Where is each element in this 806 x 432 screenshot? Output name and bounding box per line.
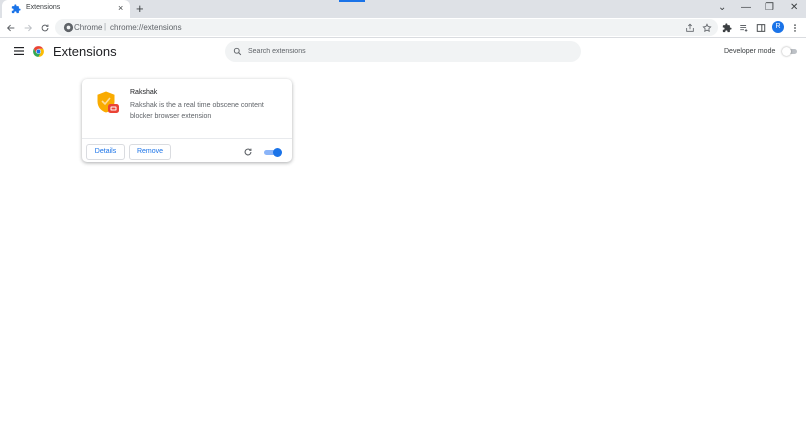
extension-enable-toggle[interactable] [264, 148, 282, 157]
tab-drop-indicator [339, 0, 365, 2]
forward-icon[interactable] [21, 21, 35, 35]
browser-toolbar: Chrome | chrome://extensions [0, 18, 806, 38]
omnibox-separator: | [104, 22, 107, 31]
developer-mode-toggle[interactable] [782, 47, 797, 56]
back-icon[interactable] [4, 21, 18, 35]
reload-extension-icon[interactable] [243, 147, 253, 157]
omnibox-url[interactable]: chrome://extensions [110, 23, 182, 32]
developer-mode-label: Developer mode [724, 48, 776, 55]
extension-card: Rakshak Rakshak is the a real time obsce… [82, 79, 292, 162]
share-icon[interactable] [683, 21, 697, 35]
puzzle-icon [11, 4, 21, 14]
chrome-site-icon [63, 22, 74, 33]
tab-extensions[interactable]: Extensions × [2, 0, 130, 18]
enable-toggle-knob [273, 148, 282, 157]
omnibox-site-label: Chrome [74, 23, 103, 32]
side-panel-icon[interactable] [754, 21, 768, 35]
more-menu-icon[interactable] [788, 21, 802, 35]
search-box[interactable] [225, 41, 581, 62]
extensions-header: Extensions Developer mode [0, 38, 806, 68]
remove-button[interactable]: Remove [129, 144, 171, 160]
search-icon [233, 47, 242, 56]
developer-mode-knob [782, 47, 791, 56]
tab-search-icon[interactable]: ⌄ [718, 2, 726, 14]
new-tab-button[interactable]: + [136, 1, 144, 16]
reading-list-icon[interactable] [737, 21, 751, 35]
details-button[interactable]: Details [86, 144, 125, 160]
extension-card-footer: Details Remove [82, 138, 292, 162]
close-window-button[interactable]: ✕ [790, 2, 798, 14]
hamburger-menu-icon[interactable] [14, 47, 24, 55]
page-title: Extensions [53, 44, 117, 59]
tab-title: Extensions [26, 4, 61, 11]
maximize-button[interactable]: ❐ [765, 2, 774, 14]
tab-close-icon[interactable]: × [118, 3, 123, 13]
extensions-icon[interactable] [720, 21, 734, 35]
rakshak-shield-icon [97, 91, 119, 113]
extension-name: Rakshak [130, 89, 158, 96]
profile-avatar[interactable]: R [772, 21, 784, 33]
minimize-button[interactable]: — [741, 2, 751, 14]
tab-strip: Extensions × + ⌄ — ❐ ✕ [0, 0, 806, 18]
search-input[interactable] [248, 41, 568, 62]
address-bar[interactable]: Chrome | chrome://extensions [55, 19, 718, 36]
bookmark-star-icon[interactable] [700, 21, 714, 35]
chrome-logo-icon [33, 46, 44, 57]
reload-icon[interactable] [38, 21, 52, 35]
extension-description: Rakshak is the a real time obscene conte… [130, 102, 264, 120]
